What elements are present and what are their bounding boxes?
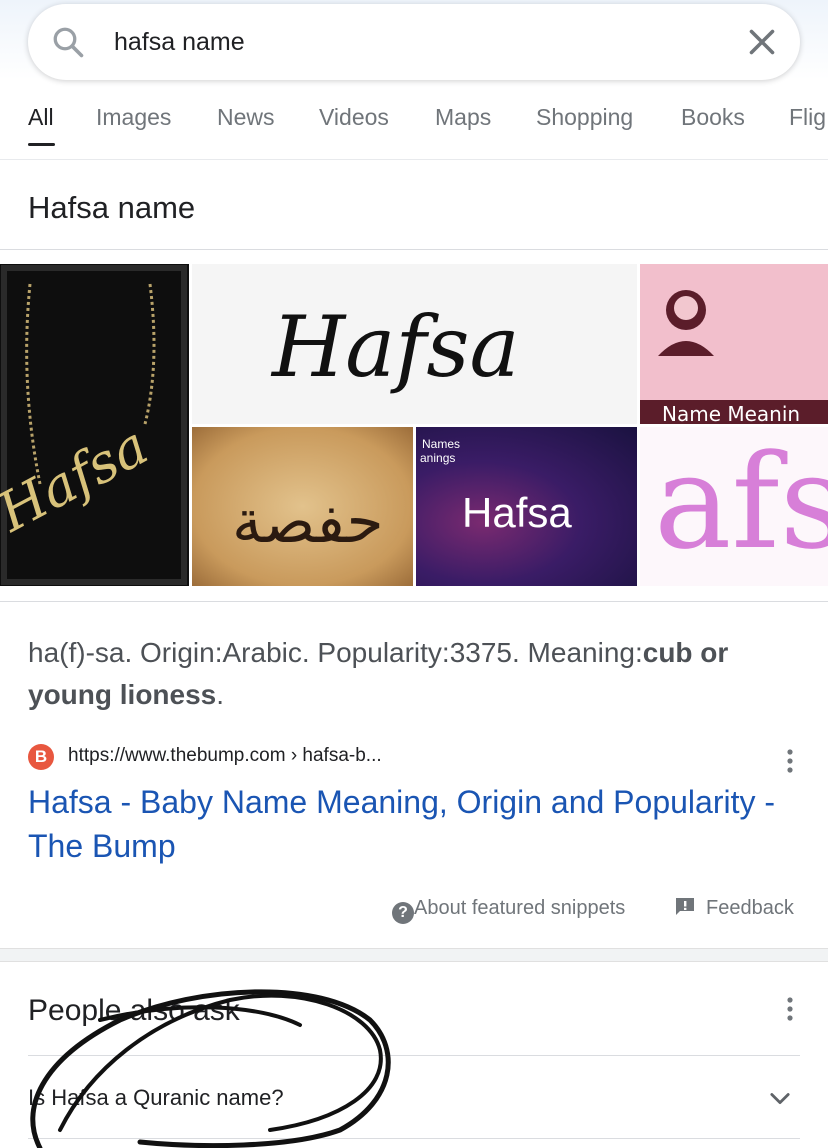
search-tabs: All Images News Videos Maps Shopping Boo… — [0, 104, 828, 152]
video-text: Hafsa — [462, 489, 572, 536]
badge-text: Names — [422, 437, 461, 451]
tab-flights[interactable]: Flig — [789, 104, 826, 131]
result-url[interactable]: https://www.thebump.com › hafsa-b... — [68, 745, 382, 767]
search-header: hafsa name All Images News Videos Maps S… — [0, 0, 828, 160]
arabic-text: حفصة — [232, 487, 384, 557]
feedback-button[interactable]: Feedback — [674, 897, 794, 920]
about-snippets-link[interactable]: ? About featured snippets — [392, 897, 625, 924]
snippet-end: . — [216, 679, 225, 710]
badge-subtext: anings — [420, 451, 456, 465]
tab-all[interactable]: All — [28, 104, 54, 131]
active-tab-indicator — [28, 143, 55, 146]
question-item[interactable]: Is Hafsa a Quranic name? — [28, 1085, 284, 1111]
result-link[interactable]: Hafsa - Baby Name Meaning, Origin and Po… — [28, 780, 808, 868]
divider — [0, 601, 828, 602]
result-title: Hafsa name — [28, 190, 196, 225]
divider — [28, 1138, 800, 1139]
site-favicon: B — [28, 744, 54, 770]
tab-shopping[interactable]: Shopping — [536, 104, 633, 131]
image-script-hafsa[interactable]: Hafsa — [192, 264, 637, 424]
search-box[interactable]: hafsa name — [28, 4, 800, 80]
person-icon — [640, 290, 828, 424]
tab-images[interactable]: Images — [96, 104, 171, 131]
more-options-icon[interactable] — [785, 996, 795, 1022]
pink-letters: afs — [654, 427, 828, 578]
featured-snippet: ha(f)-sa. Origin:Arabic. Popularity:3375… — [28, 632, 808, 716]
feedback-label: Feedback — [706, 897, 794, 919]
search-input[interactable]: hafsa name — [114, 28, 245, 57]
image-pink-card[interactable]: Name Meanin — [640, 264, 828, 424]
tab-videos[interactable]: Videos — [319, 104, 389, 131]
section-separator — [0, 948, 828, 962]
divider — [28, 1055, 800, 1056]
image-purple-video[interactable]: Names anings Hafsa — [416, 427, 637, 586]
more-options-icon[interactable] — [785, 748, 795, 774]
feedback-icon — [676, 898, 694, 915]
search-icon[interactable] — [50, 24, 86, 60]
about-label: About featured snippets — [414, 897, 626, 919]
divider — [0, 249, 828, 250]
tab-books[interactable]: Books — [681, 104, 745, 131]
script-text: Hafsa — [270, 298, 520, 396]
help-icon: ? — [392, 902, 414, 924]
tab-news[interactable]: News — [217, 104, 275, 131]
image-arabic-calligraphy[interactable]: حفصة — [192, 427, 413, 586]
tab-maps[interactable]: Maps — [435, 104, 491, 131]
people-also-ask-title: People also ask — [28, 994, 240, 1027]
chevron-down-icon[interactable] — [766, 1084, 794, 1112]
close-icon[interactable] — [744, 24, 780, 60]
snippet-text: ha(f)-sa. Origin:Arabic. Popularity:3375… — [28, 637, 643, 668]
image-necklace[interactable]: Hafsa — [0, 264, 189, 586]
image-pink-letters[interactable]: afs — [640, 427, 828, 586]
pink-banner-text: Name Meanin — [662, 402, 801, 424]
